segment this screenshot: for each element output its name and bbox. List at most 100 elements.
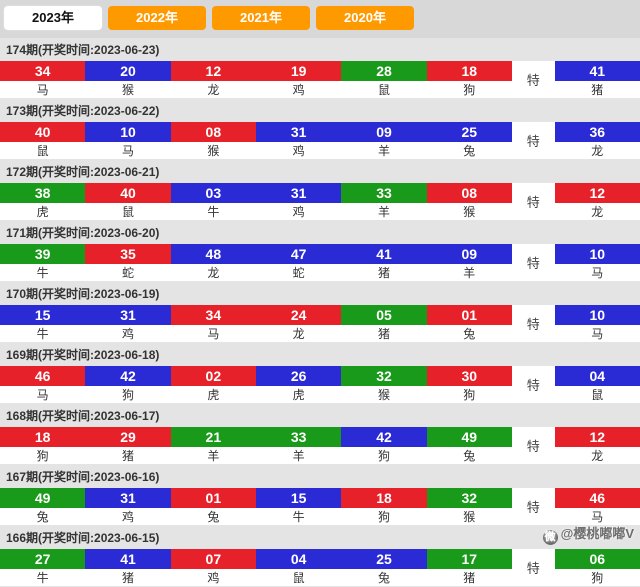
zodiac-label: 龙 xyxy=(555,203,640,221)
ball-number: 49 xyxy=(0,488,85,508)
ball-cell-2: 10马 xyxy=(85,122,170,160)
ball-number: 31 xyxy=(256,122,341,142)
ball-number: 34 xyxy=(171,305,256,325)
ball-cell-3: 02虎 xyxy=(171,366,256,404)
zodiac-label: 羊 xyxy=(341,203,426,221)
ball-number: 10 xyxy=(555,244,640,264)
ball-cell-4: 04鼠 xyxy=(256,549,341,587)
ball-number: 01 xyxy=(427,305,512,325)
ball-number: 33 xyxy=(341,183,426,203)
year-tab-2023年[interactable]: 2023年 xyxy=(4,6,102,30)
zodiac-label: 猴 xyxy=(427,203,512,221)
ball-number: 38 xyxy=(0,183,85,203)
ball-cell-5: 18狗 xyxy=(341,488,426,526)
zodiac-label: 狗 xyxy=(85,386,170,404)
ball-cell-3: 08猴 xyxy=(171,122,256,160)
ball-number: 15 xyxy=(256,488,341,508)
year-tab-2022年[interactable]: 2022年 xyxy=(108,6,206,30)
zodiac-label: 龙 xyxy=(256,325,341,343)
period-169: 169期(开奖时间:2023-06-18)46马42狗02虎26虎32猴30狗特… xyxy=(0,343,640,404)
zodiac-label: 狗 xyxy=(427,386,512,404)
ball-cell-4: 31鸡 xyxy=(256,183,341,221)
year-tab-2020年[interactable]: 2020年 xyxy=(316,6,414,30)
zodiac-label: 猪 xyxy=(427,569,512,587)
zodiac-label: 马 xyxy=(85,142,170,160)
ball-cell-1: 34马 xyxy=(0,61,85,99)
ball-cell-1: 27牛 xyxy=(0,549,85,587)
special-ball-cell: 36龙 xyxy=(555,122,640,160)
period-row: 49兔31鸡01兔15牛18狗32猴特46马 xyxy=(0,488,640,526)
ball-cell-2: 20猴 xyxy=(85,61,170,99)
zodiac-label: 鼠 xyxy=(0,142,85,160)
zodiac-label: 马 xyxy=(171,325,256,343)
zodiac-label: 虎 xyxy=(171,386,256,404)
zodiac-label: 马 xyxy=(0,386,85,404)
zodiac-label: 猴 xyxy=(427,508,512,526)
ball-cell-1: 40鼠 xyxy=(0,122,85,160)
special-ball-cell: 10马 xyxy=(555,244,640,282)
ball-cell-1: 38虎 xyxy=(0,183,85,221)
zodiac-label: 马 xyxy=(0,81,85,99)
zodiac-label: 猴 xyxy=(341,386,426,404)
zodiac-label: 龙 xyxy=(555,447,640,465)
period-header: 169期(开奖时间:2023-06-18) xyxy=(0,343,640,366)
period-header: 166期(开奖时间:2023-06-15) xyxy=(0,526,640,549)
zodiac-label: 鸡 xyxy=(85,508,170,526)
period-row: 39牛35蛇48龙47蛇41猪09羊特10马 xyxy=(0,244,640,282)
zodiac-label: 鸡 xyxy=(171,569,256,587)
zodiac-label: 鼠 xyxy=(555,386,640,404)
zodiac-label: 牛 xyxy=(171,203,256,221)
ball-number: 42 xyxy=(85,366,170,386)
ball-cell-5: 42狗 xyxy=(341,427,426,465)
ball-cell-1: 39牛 xyxy=(0,244,85,282)
ball-number: 10 xyxy=(555,305,640,325)
period-header: 171期(开奖时间:2023-06-20) xyxy=(0,221,640,244)
ball-number: 24 xyxy=(256,305,341,325)
ball-cell-4: 33羊 xyxy=(256,427,341,465)
ball-number: 46 xyxy=(555,488,640,508)
zodiac-label: 龙 xyxy=(171,81,256,99)
zodiac-label: 龙 xyxy=(555,142,640,160)
ball-number: 28 xyxy=(341,61,426,81)
special-ball-cell: 04鼠 xyxy=(555,366,640,404)
ball-cell-6: 08猴 xyxy=(427,183,512,221)
ball-number: 08 xyxy=(171,122,256,142)
zodiac-label: 马 xyxy=(555,264,640,282)
ball-number: 31 xyxy=(85,305,170,325)
zodiac-label: 羊 xyxy=(171,447,256,465)
ball-number: 31 xyxy=(256,183,341,203)
ball-number: 05 xyxy=(341,305,426,325)
te-label: 特 xyxy=(512,366,555,404)
year-tab-2021年[interactable]: 2021年 xyxy=(212,6,310,30)
zodiac-label: 蛇 xyxy=(256,264,341,282)
ball-cell-2: 29猪 xyxy=(85,427,170,465)
period-header: 168期(开奖时间:2023-06-17) xyxy=(0,404,640,427)
ball-number: 41 xyxy=(555,61,640,81)
zodiac-label: 狗 xyxy=(341,447,426,465)
zodiac-label: 鸡 xyxy=(256,142,341,160)
ball-number: 12 xyxy=(555,183,640,203)
ball-number: 40 xyxy=(85,183,170,203)
ball-number: 33 xyxy=(256,427,341,447)
ball-cell-3: 12龙 xyxy=(171,61,256,99)
ball-cell-5: 33羊 xyxy=(341,183,426,221)
ball-cell-2: 42狗 xyxy=(85,366,170,404)
ball-number: 27 xyxy=(0,549,85,569)
ball-cell-6: 17猪 xyxy=(427,549,512,587)
ball-number: 49 xyxy=(427,427,512,447)
zodiac-label: 猪 xyxy=(341,325,426,343)
period-header: 173期(开奖时间:2023-06-22) xyxy=(0,99,640,122)
te-label: 特 xyxy=(512,183,555,221)
ball-number: 42 xyxy=(341,427,426,447)
ball-cell-3: 07鸡 xyxy=(171,549,256,587)
period-172: 172期(开奖时间:2023-06-21)38虎40鼠03牛31鸡33羊08猴特… xyxy=(0,160,640,221)
zodiac-label: 羊 xyxy=(341,142,426,160)
zodiac-label: 鼠 xyxy=(341,81,426,99)
ball-number: 30 xyxy=(427,366,512,386)
ball-cell-3: 21羊 xyxy=(171,427,256,465)
ball-number: 19 xyxy=(256,61,341,81)
ball-cell-1: 18狗 xyxy=(0,427,85,465)
zodiac-label: 狗 xyxy=(0,447,85,465)
zodiac-label: 兔 xyxy=(341,569,426,587)
period-171: 171期(开奖时间:2023-06-20)39牛35蛇48龙47蛇41猪09羊特… xyxy=(0,221,640,282)
